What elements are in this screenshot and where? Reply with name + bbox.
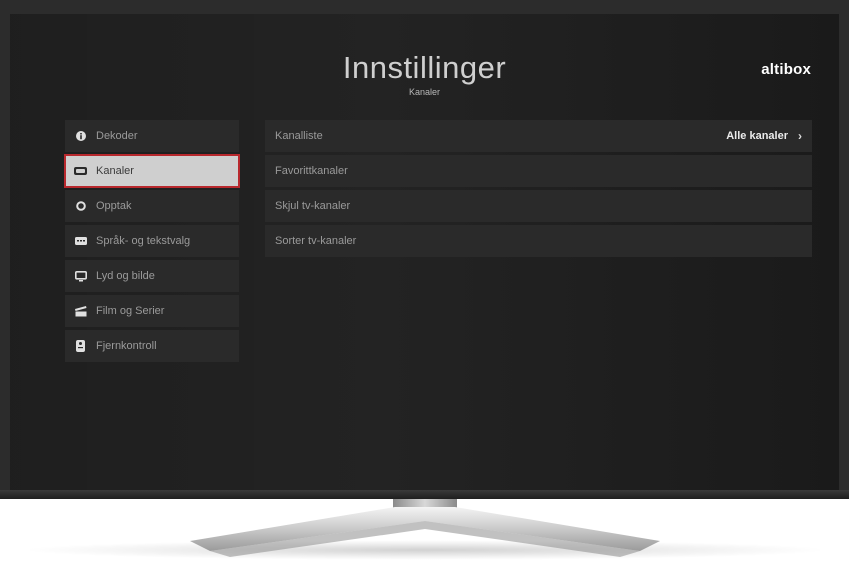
monitor-icon bbox=[74, 270, 87, 282]
tv-bezel bbox=[0, 490, 849, 499]
sidebar-item-label: Dekoder bbox=[96, 130, 138, 142]
list-item-sorter-tv-kanaler[interactable]: Sorter tv-kanaler bbox=[265, 225, 812, 257]
sidebar-item-film-og-serier[interactable]: Film og Serier bbox=[65, 295, 239, 327]
record-icon bbox=[74, 200, 87, 212]
sidebar-item-sprak[interactable]: Språk- og tekstvalg bbox=[65, 225, 239, 257]
row-label: Favorittkanaler bbox=[275, 165, 348, 177]
row-label: Sorter tv-kanaler bbox=[275, 235, 357, 247]
tv-stand bbox=[190, 499, 660, 557]
sidebar-item-label: Fjernkontroll bbox=[96, 340, 157, 352]
sidebar-item-label: Opptak bbox=[96, 200, 132, 212]
row-value: Alle kanaler › bbox=[726, 129, 802, 143]
tv-channels-icon bbox=[74, 165, 87, 177]
tv-screen: Innstillinger Kanaler altibox Dekoder Ka… bbox=[10, 14, 839, 490]
row-value-text: Alle kanaler bbox=[726, 130, 788, 142]
sidebar-item-opptak[interactable]: Opptak bbox=[65, 190, 239, 222]
settings-sidebar: Dekoder Kanaler Opptak Språk- og tekstva… bbox=[64, 120, 240, 365]
channel-settings-list: Kanalliste Alle kanaler › Favorittkanale… bbox=[265, 120, 812, 260]
list-item-kanalliste[interactable]: Kanalliste Alle kanaler › bbox=[265, 120, 812, 152]
page-subtitle: Kanaler bbox=[408, 87, 441, 97]
sidebar-item-label: Film og Serier bbox=[96, 305, 165, 317]
brand-logo: altibox bbox=[761, 61, 811, 78]
sidebar-item-lyd-og-bilde[interactable]: Lyd og bilde bbox=[65, 260, 239, 292]
sidebar-item-label: Lyd og bilde bbox=[96, 270, 155, 282]
sidebar-item-dekoder[interactable]: Dekoder bbox=[65, 120, 239, 152]
sidebar-item-kanaler[interactable]: Kanaler bbox=[64, 154, 240, 188]
info-icon bbox=[74, 130, 87, 142]
row-label: Kanalliste bbox=[275, 130, 323, 142]
subtitles-icon bbox=[74, 235, 87, 247]
clapperboard-icon bbox=[74, 305, 87, 317]
list-item-skjul-tv-kanaler[interactable]: Skjul tv-kanaler bbox=[265, 190, 812, 222]
sidebar-item-label: Språk- og tekstvalg bbox=[96, 235, 191, 247]
sidebar-item-label: Kanaler bbox=[96, 165, 134, 177]
list-item-favorittkanaler[interactable]: Favorittkanaler bbox=[265, 155, 812, 187]
sidebar-item-fjernkontroll[interactable]: Fjernkontroll bbox=[65, 330, 239, 362]
chevron-right-icon: › bbox=[798, 129, 802, 143]
page-title: Innstillinger bbox=[342, 50, 507, 85]
row-label: Skjul tv-kanaler bbox=[275, 200, 351, 212]
remote-icon bbox=[74, 340, 87, 352]
